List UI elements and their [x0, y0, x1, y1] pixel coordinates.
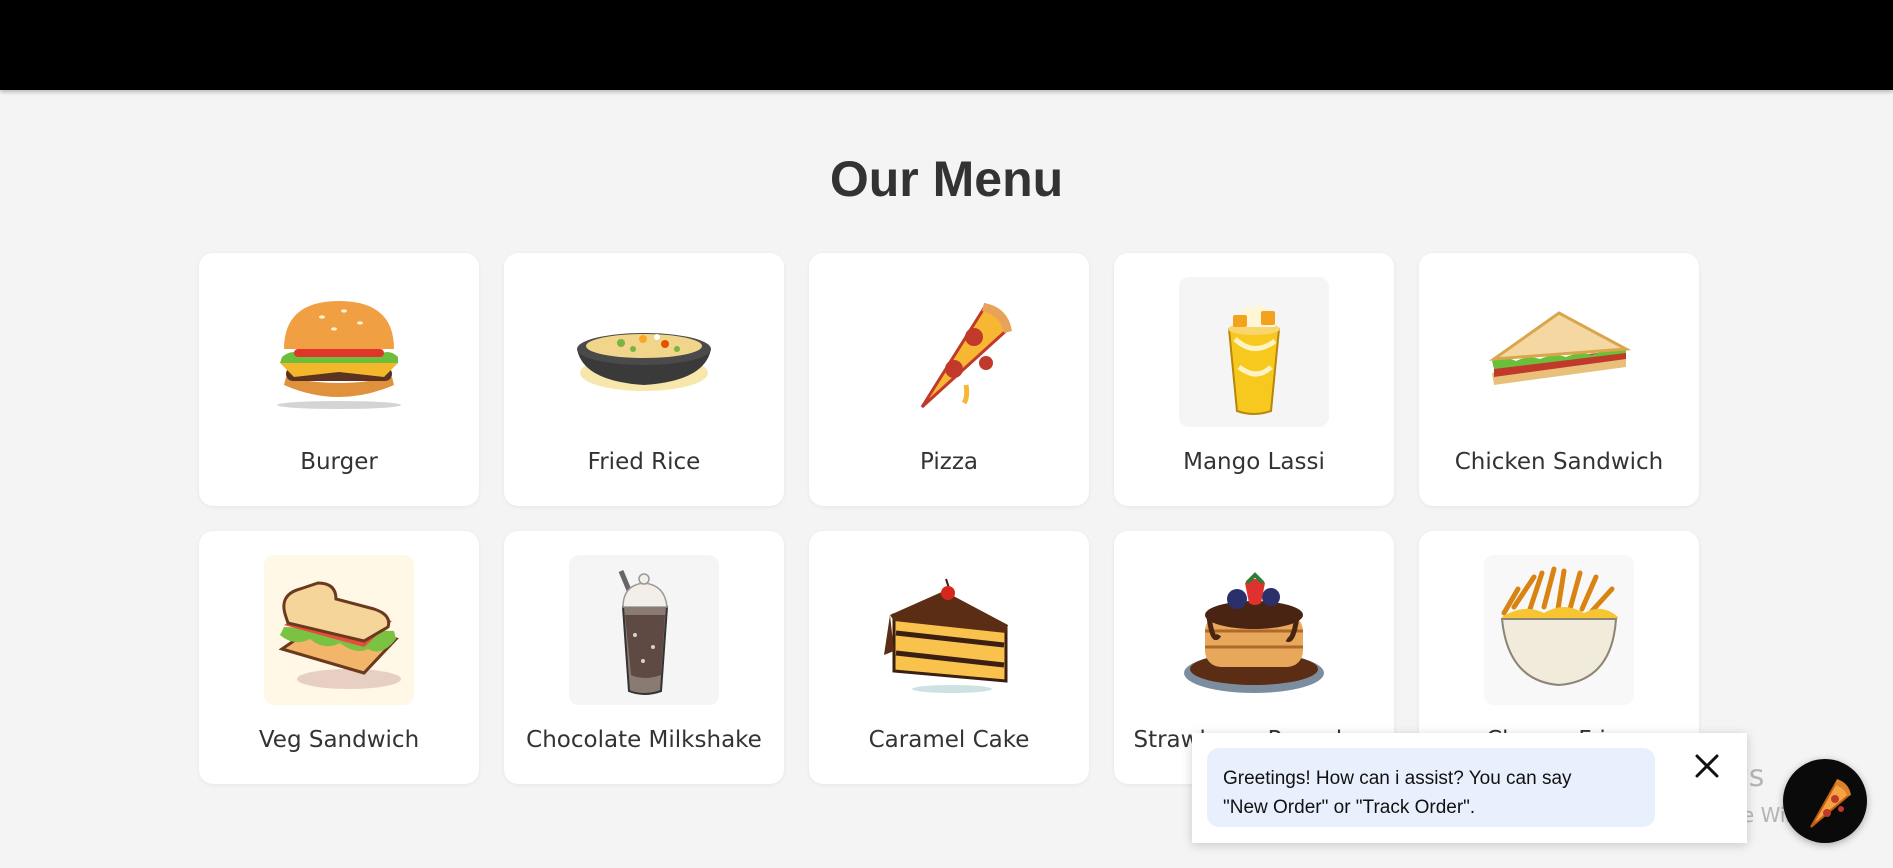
- chat-message-line: "New Order" or "Track Order".: [1223, 797, 1476, 818]
- fried-rice-icon: [569, 277, 719, 427]
- menu-item-pizza[interactable]: Pizza: [809, 253, 1089, 506]
- menu-item-name: Fried Rice: [587, 449, 701, 475]
- chocolate-milkshake-icon: [569, 555, 719, 705]
- menu-item-name: Chocolate Milkshake: [526, 727, 762, 753]
- chatbot-launcher-button[interactable]: [1783, 759, 1867, 843]
- menu-item-name: Chicken Sandwich: [1454, 449, 1664, 475]
- pizza-slice-icon: [874, 277, 1024, 427]
- menu-item-mango-lassi[interactable]: Mango Lassi: [1114, 253, 1394, 506]
- caramel-cake-icon: [874, 555, 1024, 705]
- pizza-slice-icon: [1810, 779, 1851, 828]
- chat-message-text: Greetings! How can i assist? You can say…: [1223, 764, 1643, 822]
- mango-lassi-icon: [1179, 277, 1329, 427]
- strawberry-pancakes-icon: [1179, 555, 1329, 705]
- page-title: Our Menu: [829, 151, 1064, 207]
- menu-item-caramel-cake[interactable]: Caramel Cake: [809, 531, 1089, 784]
- chat-message-bubble: Greetings! How can i assist? You can say…: [1207, 748, 1655, 827]
- menu-grid: Burger Fried Rice Pizza Mango Lassi Chic…: [199, 253, 1699, 784]
- cheese-fries-icon: [1484, 555, 1634, 705]
- menu-item-fried-rice[interactable]: Fried Rice: [504, 253, 784, 506]
- veg-sandwich-icon: [264, 555, 414, 705]
- menu-item-name: Burger: [300, 449, 378, 475]
- menu-item-veg-sandwich[interactable]: Veg Sandwich: [199, 531, 479, 784]
- menu-item-chicken-sandwich[interactable]: Chicken Sandwich: [1419, 253, 1699, 506]
- menu-item-burger[interactable]: Burger: [199, 253, 479, 506]
- burger-icon: [264, 277, 414, 427]
- chatbot-popup: Greetings! How can i assist? You can say…: [1192, 733, 1747, 843]
- chicken-sandwich-icon: [1484, 277, 1634, 427]
- menu-item-name: Caramel Cake: [868, 727, 1030, 753]
- menu-item-name: Veg Sandwich: [258, 727, 420, 753]
- menu-item-chocolate-milkshake[interactable]: Chocolate Milkshake: [504, 531, 784, 784]
- close-icon[interactable]: [1692, 751, 1722, 781]
- menu-item-name: Pizza: [920, 449, 978, 475]
- menu-item-name: Mango Lassi: [1183, 449, 1325, 475]
- chat-message-line: Greetings! How can i assist? You can say: [1223, 768, 1572, 789]
- top-navbar: [0, 0, 1893, 90]
